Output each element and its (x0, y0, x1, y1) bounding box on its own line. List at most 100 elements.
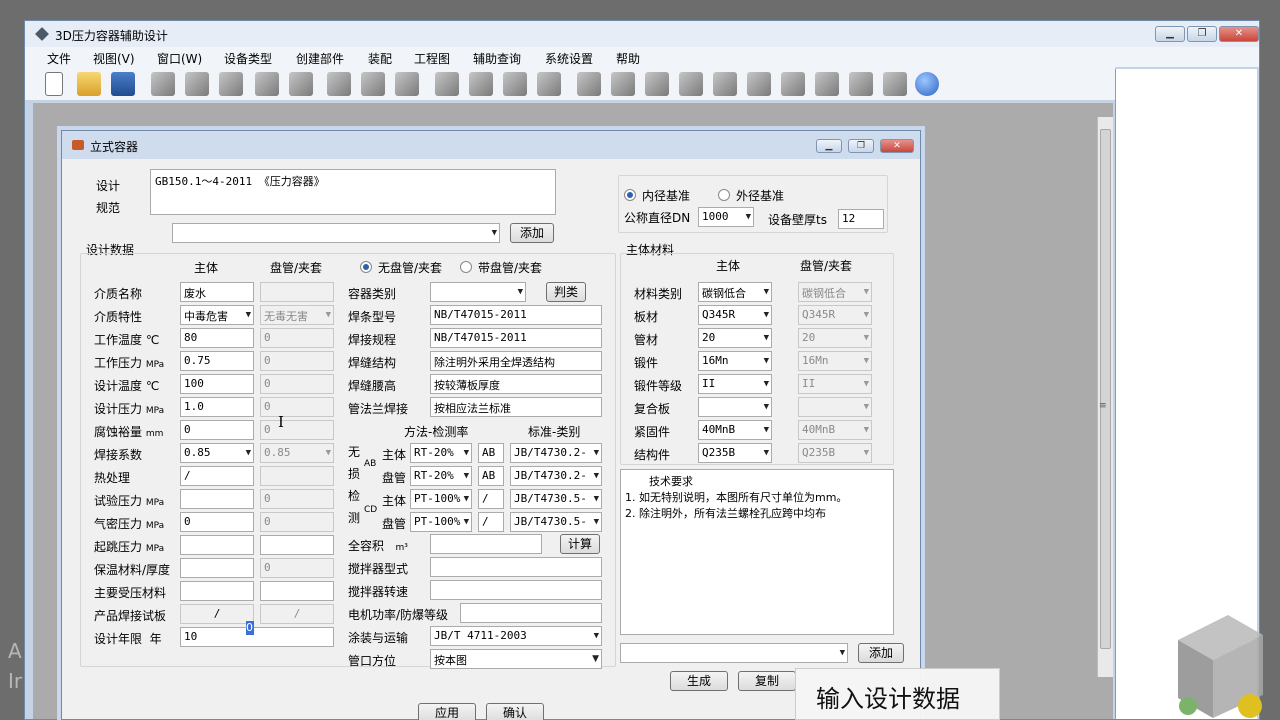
cone-icon[interactable] (219, 72, 243, 96)
support-icon[interactable] (435, 72, 459, 96)
menu-device-type[interactable]: 设备类型 (224, 50, 272, 67)
saddle-icon[interactable] (469, 72, 493, 96)
block-icon[interactable] (781, 72, 805, 96)
dialog-maximize-button[interactable]: ❐ (848, 139, 874, 153)
coil-icon[interactable] (361, 72, 385, 96)
outer-diameter-radio[interactable] (718, 189, 730, 201)
design-temp-input[interactable]: 100 (180, 374, 254, 394)
coil-pressure-material-input[interactable] (260, 581, 334, 601)
ladder-icon[interactable] (577, 72, 601, 96)
tech-requirements-textarea[interactable]: 技术要求 1. 如无特别说明，本图所有尺寸单位为mm。 2. 除注明外，所有法兰… (620, 469, 894, 635)
save-icon[interactable] (111, 72, 135, 96)
agitator-speed-input[interactable] (430, 580, 602, 600)
corrosion-allowance-input[interactable]: 0 (180, 420, 254, 440)
design-pressure-input[interactable]: 1.0 (180, 397, 254, 417)
insulation-input[interactable] (180, 558, 254, 578)
menu-assembly[interactable]: 装配 (368, 50, 392, 67)
wall-thickness-input[interactable]: 12 (838, 209, 884, 229)
nozzle-icon[interactable] (327, 72, 351, 96)
generate-button[interactable]: 生成 (670, 671, 728, 691)
nozzle-select[interactable]: 按本图 ▼ (430, 649, 602, 669)
heat-treatment-input[interactable]: / (180, 466, 254, 486)
forging-material-select[interactable]: 16Mn ▼ (698, 351, 772, 371)
pressure-material-input[interactable] (180, 581, 254, 601)
minimize-button[interactable]: ▁ (1155, 26, 1185, 42)
inner-diameter-radio[interactable] (624, 189, 636, 201)
plate-icon[interactable] (747, 72, 771, 96)
mat-category-select[interactable]: 碳钢低合 ▼ (698, 282, 772, 302)
coating-select[interactable]: JB/T 4711-2003 ▼ (430, 626, 602, 646)
ndt-standard-select[interactable]: JB/T4730.2- ▼ (510, 466, 602, 486)
forging-grade-select[interactable]: II ▼ (698, 374, 772, 394)
ok-button[interactable]: 确认 (486, 703, 544, 720)
leak-test-pressure-input[interactable]: 0 (180, 512, 254, 532)
ndt-method-select[interactable]: PT-100% ▼ (410, 512, 472, 532)
relief-pressure-input[interactable] (180, 535, 254, 555)
menu-drawing[interactable]: 工程图 (414, 50, 450, 67)
ring-icon[interactable] (645, 72, 669, 96)
coil-relief-pressure-input[interactable] (260, 535, 334, 555)
volume-input[interactable] (430, 534, 542, 554)
weld-test-plate-input[interactable]: / (180, 604, 254, 624)
scrollbar-thumb[interactable] (1100, 129, 1111, 649)
weld-structure-input[interactable]: 除注明外采用全焊透结构 (430, 351, 602, 371)
fastener-select[interactable]: 40MnB ▼ (698, 420, 772, 440)
ndt-grade-input[interactable]: AB (478, 443, 504, 463)
spec-select[interactable]: ▼ (172, 223, 500, 243)
tech-add-button[interactable]: 添加 (858, 643, 904, 663)
weld-procedure-input[interactable]: NB/T47015-2011 (430, 328, 602, 348)
ndt-grade-input[interactable]: / (478, 489, 504, 509)
ndt-grade-input[interactable]: / (478, 512, 504, 532)
vertical-scrollbar[interactable] (1097, 117, 1113, 677)
disk-icon[interactable] (815, 72, 839, 96)
shell-icon[interactable] (151, 72, 175, 96)
head-icon[interactable] (185, 72, 209, 96)
dialog-minimize-button[interactable]: ▁ (816, 139, 842, 153)
weld-factor-select[interactable]: 0.85 ▼ (180, 443, 254, 463)
menu-settings[interactable]: 系统设置 (545, 50, 593, 67)
plate-material-select[interactable]: Q345R ▼ (698, 305, 772, 325)
flange-icon[interactable] (255, 72, 279, 96)
flange-weld-input[interactable]: 按相应法兰标准 (430, 397, 602, 417)
medium-property-select[interactable]: 中毒危害 ▼ (180, 305, 254, 325)
pipe-material-select[interactable]: 20 ▼ (698, 328, 772, 348)
ndt-method-select[interactable]: RT-20% ▼ (410, 443, 472, 463)
rod-icon[interactable] (611, 72, 635, 96)
lug-icon[interactable] (537, 72, 561, 96)
work-pressure-input[interactable]: 0.75 (180, 351, 254, 371)
dn-select[interactable]: 1000 ▼ (698, 207, 754, 227)
test-pressure-input[interactable]: 0 (180, 489, 254, 509)
judge-class-button[interactable]: 判类 (546, 282, 586, 302)
menu-window[interactable]: 窗口(W) (157, 50, 202, 67)
clad-plate-select[interactable]: ▼ (698, 397, 772, 417)
vessel-class-select[interactable]: ▼ (430, 282, 526, 302)
copy-button[interactable]: 复制 (738, 671, 796, 691)
tray-icon[interactable] (883, 72, 907, 96)
with-coil-radio[interactable] (460, 261, 472, 273)
maximize-button[interactable]: ❐ (1187, 26, 1217, 42)
no-coil-radio[interactable] (360, 261, 372, 273)
design-life-input[interactable]: 10 (180, 627, 334, 647)
motor-input[interactable] (460, 603, 602, 623)
new-file-icon[interactable] (45, 72, 63, 96)
weld-height-input[interactable]: 按较薄板厚度 (430, 374, 602, 394)
spring-icon[interactable] (395, 72, 419, 96)
calculate-button[interactable]: 计算 (560, 534, 600, 554)
dialog-close-button[interactable]: ✕ (880, 139, 914, 153)
design-spec-textarea[interactable]: GB150.1～4-2011 《压力容器》 (150, 169, 556, 215)
agitator-type-input[interactable] (430, 557, 602, 577)
grating-icon[interactable] (849, 72, 873, 96)
ndt-method-select[interactable]: RT-20% ▼ (410, 466, 472, 486)
menu-create-part[interactable]: 创建部件 (296, 50, 344, 67)
pipe-icon[interactable] (289, 72, 313, 96)
ndt-standard-select[interactable]: JB/T4730.5- ▼ (510, 512, 602, 532)
help-icon[interactable] (915, 72, 939, 96)
ndt-method-select[interactable]: PT-100% ▼ (410, 489, 472, 509)
menu-file[interactable]: 文件 (47, 50, 71, 67)
ndt-standard-select[interactable]: JB/T4730.5- ▼ (510, 489, 602, 509)
open-folder-icon[interactable] (77, 72, 101, 96)
work-temp-input[interactable]: 80 (180, 328, 254, 348)
tech-select[interactable]: ▼ (620, 643, 848, 663)
menu-view[interactable]: 视图(V) (93, 50, 135, 67)
ndt-grade-input[interactable]: AB (478, 466, 504, 486)
